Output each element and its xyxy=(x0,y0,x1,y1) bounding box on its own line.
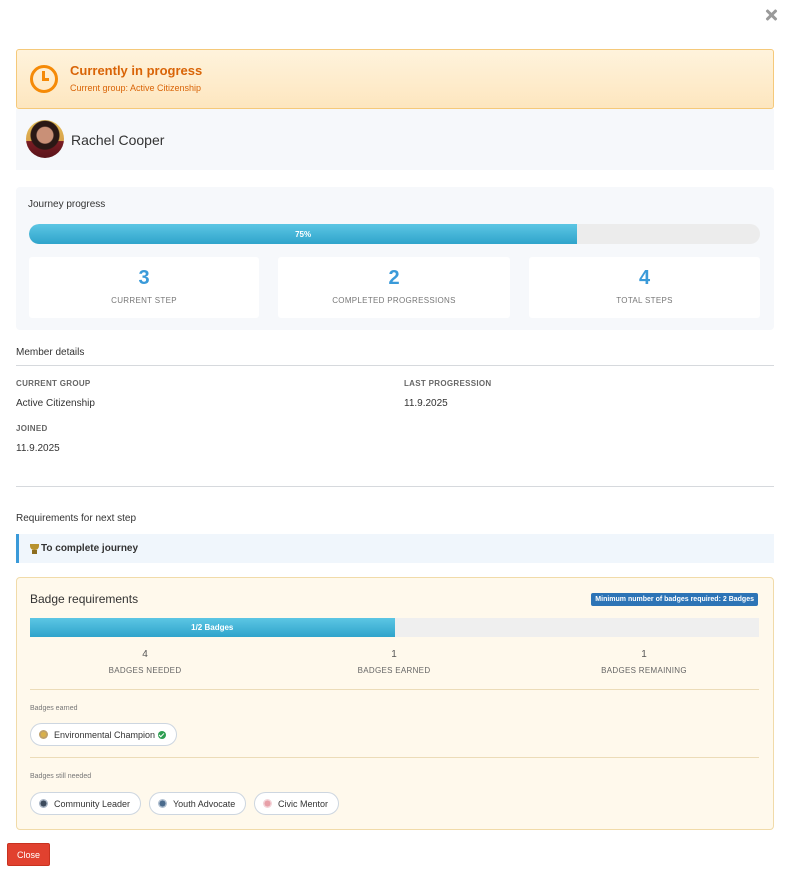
stat-current-step: 3 CURRENT STEP xyxy=(29,257,259,318)
member-header: Rachel Cooper xyxy=(16,109,774,170)
clock-icon xyxy=(30,65,58,93)
divider xyxy=(16,365,774,366)
badge-icon xyxy=(39,799,48,808)
badge-icon xyxy=(39,730,48,739)
badge-icon xyxy=(158,799,167,808)
current-group-value: Active Citizenship xyxy=(16,398,95,409)
badges-earned-stat: 1 BADGES EARNED xyxy=(294,649,494,675)
badge-name: Civic Mentor xyxy=(278,798,329,809)
stat-label: COMPLETED PROGRESSIONS xyxy=(332,296,456,305)
status-subtitle: Current group: Active Citizenship xyxy=(70,83,202,93)
divider xyxy=(30,757,759,758)
stat-value: 3 xyxy=(138,267,150,289)
stat-label: CURRENT STEP xyxy=(111,296,177,305)
badges-remaining-stat: 1 BADGES REMAINING xyxy=(544,649,744,675)
joined-value: 11.9.2025 xyxy=(16,443,60,454)
minimum-badges-badge: Minimum number of badges required: 2 Bad… xyxy=(591,593,758,606)
badge-chip-youth-advocate[interactable]: Youth Advocate xyxy=(149,792,247,815)
stat-label: TOTAL STEPS xyxy=(616,296,673,305)
journey-progress-card: Journey progress 75% 3 CURRENT STEP 2 CO… xyxy=(16,187,774,330)
joined-label: JOINED xyxy=(16,424,48,433)
stat-completed-progressions: 2 COMPLETED PROGRESSIONS xyxy=(278,257,510,318)
check-icon xyxy=(158,730,167,739)
journey-title: Journey progress xyxy=(28,199,106,210)
badge-name: Youth Advocate xyxy=(173,798,236,809)
badge-progress-fill: 1/2 Badges xyxy=(30,618,395,637)
current-group-label: CURRENT GROUP xyxy=(16,379,91,388)
badge-chip-community-leader[interactable]: Community Leader xyxy=(30,792,142,815)
badge-requirements-panel: Badge requirements Minimum number of bad… xyxy=(16,577,774,830)
badge-name: Community Leader xyxy=(54,798,131,809)
status-title: Currently in progress xyxy=(70,63,203,78)
stat-value: 2 xyxy=(388,267,400,289)
journey-progress-fill: 75% xyxy=(29,224,578,244)
trophy-icon xyxy=(30,544,39,554)
badge-name: Environmental Champion xyxy=(54,729,156,740)
stat-label: BADGES NEEDED xyxy=(108,666,182,675)
stat-label: BADGES EARNED xyxy=(357,666,431,675)
next-step-text: To complete journey xyxy=(41,543,139,554)
badge-chip-civic-mentor[interactable]: Civic Mentor xyxy=(254,792,340,815)
last-progression-label: LAST PROGRESSION xyxy=(404,379,492,388)
member-details-title: Member details xyxy=(16,347,85,358)
last-progression-value: 11.9.2025 xyxy=(404,398,448,409)
badge-chip-environmental-champion[interactable]: Environmental Champion xyxy=(30,723,178,746)
requirements-title: Requirements for next step xyxy=(16,513,137,524)
divider xyxy=(16,486,774,487)
status-alert: Currently in progress Current group: Act… xyxy=(16,49,774,109)
member-name: Rachel Cooper xyxy=(71,132,165,148)
badge-requirements-title: Badge requirements xyxy=(30,592,139,606)
stat-total-steps: 4 TOTAL STEPS xyxy=(529,257,760,318)
avatar xyxy=(26,120,64,158)
next-step-box: To complete journey xyxy=(16,534,774,563)
close-icon[interactable] xyxy=(762,6,780,24)
stat-value: 4 xyxy=(638,267,651,289)
stat-value: 1 xyxy=(391,649,397,660)
stat-value: 4 xyxy=(142,649,148,660)
badges-needed-stat: 4 BADGES NEEDED xyxy=(45,649,245,675)
stat-value: 1 xyxy=(641,649,647,660)
close-button[interactable]: Close xyxy=(7,843,51,866)
divider xyxy=(30,689,759,690)
badges-needed-title: Badges still needed xyxy=(30,773,92,780)
badge-icon xyxy=(263,799,272,808)
badge-progress-bar: 1/2 Badges xyxy=(30,618,759,637)
stat-label: BADGES REMAINING xyxy=(601,666,687,675)
badges-earned-title: Badges earned xyxy=(30,705,78,712)
journey-progress-bar: 75% xyxy=(29,224,760,244)
